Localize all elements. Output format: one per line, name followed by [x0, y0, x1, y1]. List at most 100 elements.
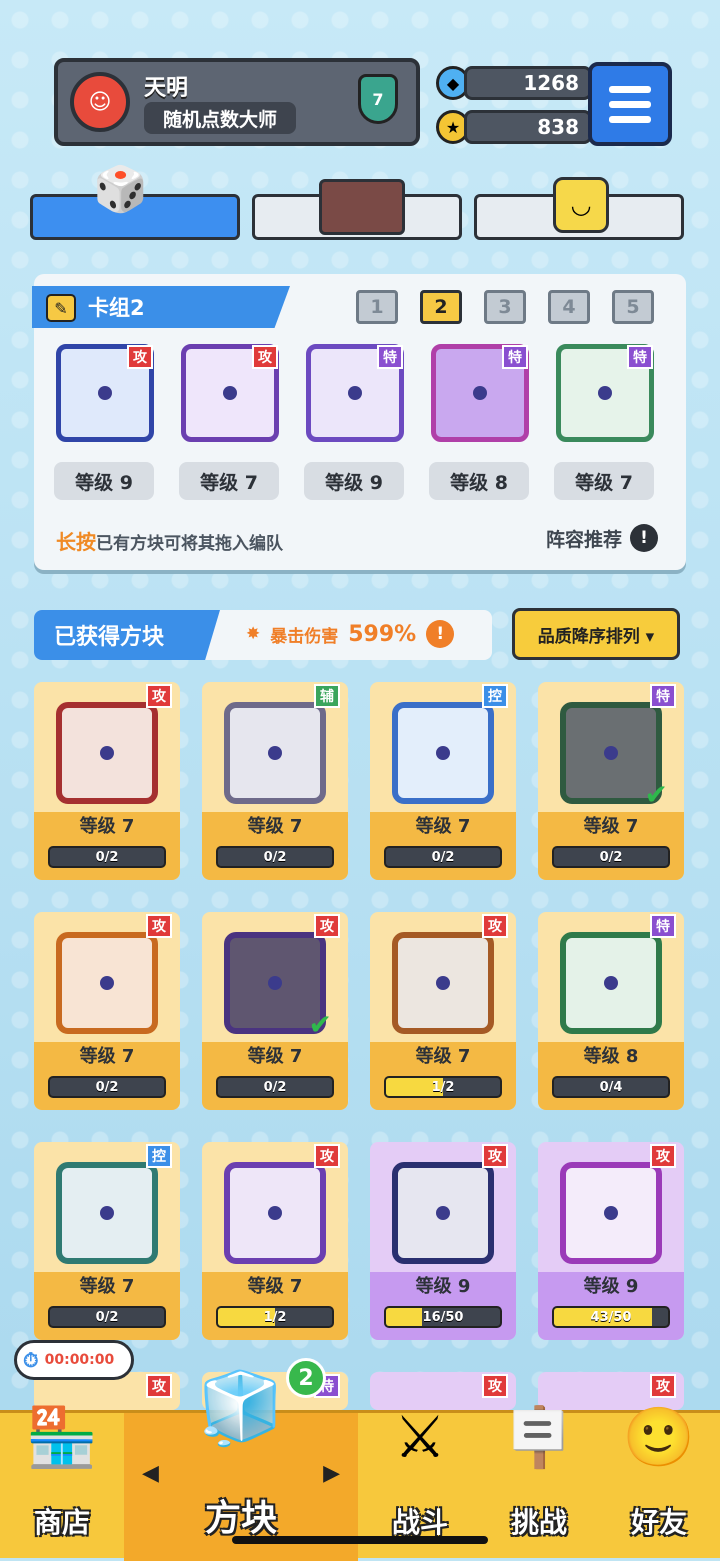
nav-blocks-label: 方块 [204, 1498, 277, 1539]
deck-card[interactable]: 攻 [181, 344, 279, 442]
block-card[interactable]: 攻等级 7 0/2 [34, 682, 180, 880]
menu-button[interactable] [588, 62, 672, 146]
pip-icon [473, 386, 487, 400]
block-art [56, 932, 158, 1034]
nav-left-arrow-icon[interactable]: ◀ [142, 1461, 159, 1486]
block-art [560, 932, 662, 1034]
block-level: 等级 7 [79, 1046, 135, 1067]
nav-friends[interactable]: 🙂 好友 [598, 1403, 720, 1561]
block-art [392, 1162, 494, 1264]
pip-icon [598, 386, 612, 400]
coin-counter[interactable]: ★ 838 [436, 110, 592, 144]
deck-card-level: 等级 7 [179, 462, 279, 500]
deck-slot-5[interactable]: 5 [612, 290, 654, 324]
owned-header: 已获得方块 ✸ 暴击伤害 599% ! [34, 610, 492, 660]
crit-value: 599% [348, 621, 417, 647]
block-card[interactable]: 特 ✔ 等级 7 0/2 [538, 682, 684, 880]
deck-card[interactable]: 特 [431, 344, 529, 442]
deck-card[interactable]: 特 [556, 344, 654, 442]
pip-icon [604, 746, 618, 760]
pip-icon [604, 976, 618, 990]
timer-value: 00:00:00 [44, 1352, 115, 1368]
deck-panel: ✎ 卡组2 12345 攻等级 9 攻等级 7 特等级 9 特等级 8 特等级 7 长按… [32, 274, 686, 570]
upgrade-progress: 0/2 [48, 846, 166, 868]
nav-shop[interactable]: 🏪 商店 [0, 1403, 124, 1561]
block-card[interactable]: 特等级 8 0/4 [538, 912, 684, 1110]
pip-icon [268, 976, 282, 990]
type-tag: 攻 [650, 1374, 676, 1398]
type-tag: 控 [482, 684, 508, 708]
gem-counter[interactable]: ◆ 1268 [436, 66, 592, 100]
deck-card-level: 等级 7 [554, 462, 654, 500]
pip-icon [436, 1206, 450, 1220]
tab-dice[interactable]: 🎲 [30, 164, 240, 240]
progress-text: 0/2 [95, 849, 119, 865]
block-level: 等级 7 [247, 1046, 303, 1067]
block-card[interactable]: 控等级 7 0/2 [370, 682, 516, 880]
progress-text: 1/2 [431, 1079, 455, 1095]
type-tag: 特 [627, 345, 653, 369]
deck-slot-2[interactable]: 2 [420, 290, 462, 324]
smiley-icon: ◡ [553, 177, 609, 233]
block-level: 等级 7 [415, 1046, 471, 1067]
type-tag: 特 [650, 914, 676, 938]
board-icon [319, 179, 405, 235]
info-icon: ! [630, 524, 658, 552]
block-card[interactable]: 攻等级 7 1/2 [370, 912, 516, 1110]
event-timer[interactable]: ⏱ 00:00:00 [14, 1340, 134, 1380]
sort-dropdown[interactable]: 品质降序排列 ▾ [512, 608, 680, 660]
progress-text: 43/50 [590, 1309, 632, 1325]
pencil-icon[interactable]: ✎ [46, 294, 76, 322]
block-art [224, 702, 326, 804]
type-tag: 攻 [482, 1374, 508, 1398]
block-card[interactable]: 攻等级 7 1/2 [202, 1142, 348, 1340]
drag-hint: 长按已有方块可将其拖入编队 [56, 526, 283, 555]
nav-right-arrow-icon[interactable]: ▶ [323, 1461, 340, 1486]
block-card[interactable]: 攻 ✔ 等级 7 0/2 [202, 912, 348, 1110]
deck-slot-1[interactable]: 1 [356, 290, 398, 324]
deck-card[interactable]: 特 [306, 344, 404, 442]
block-art [392, 702, 494, 804]
type-tag: 特 [377, 345, 403, 369]
pip-icon [348, 386, 362, 400]
deck-card[interactable]: 攻 [56, 344, 154, 442]
hint-text: 已有方块可将其拖入编队 [96, 534, 283, 554]
type-tag: 攻 [314, 914, 340, 938]
block-level: 等级 7 [79, 1276, 135, 1297]
block-card[interactable]: 攻等级 9 16/50 [370, 1142, 516, 1340]
progress-text: 0/2 [263, 849, 287, 865]
block-art [56, 1162, 158, 1264]
avatar: ☺ [70, 72, 130, 132]
block-card[interactable]: 辅等级 7 0/2 [202, 682, 348, 880]
nav-shop-label: 商店 [33, 1506, 90, 1539]
signpost-icon: 🪧 [502, 1403, 576, 1471]
block-level: 等级 9 [415, 1276, 471, 1297]
block-card[interactable]: 攻等级 9 43/50 [538, 1142, 684, 1340]
pip-icon [100, 1206, 114, 1220]
progress-text: 0/2 [431, 849, 455, 865]
type-tag: 攻 [482, 1144, 508, 1168]
rank-badge-icon[interactable]: 7 [358, 74, 398, 124]
nav-challenge[interactable]: 🪧 挑战 [480, 1403, 598, 1561]
coin-value: 838 [464, 110, 592, 144]
upgrade-progress: 43/50 [552, 1306, 670, 1328]
block-card[interactable]: 控等级 7 0/2 [34, 1142, 180, 1340]
tab-board[interactable] [252, 179, 462, 240]
deck-title[interactable]: ✎ 卡组2 [32, 286, 290, 328]
block-card[interactable]: 攻等级 7 0/2 [34, 912, 180, 1110]
crit-damage[interactable]: ✸ 暴击伤害 599% ! [246, 620, 455, 648]
type-tag: 辅 [314, 684, 340, 708]
deck-slot-4[interactable]: 4 [548, 290, 590, 324]
type-tag: 特 [502, 345, 528, 369]
pip-icon [436, 746, 450, 760]
profile-card[interactable]: ☺ 天明 随机点数大师 7 [54, 58, 420, 146]
lineup-recommend-button[interactable]: 阵容推荐! [546, 524, 658, 552]
blocks-notification-badge: 2 [286, 1358, 326, 1398]
tab-emote[interactable]: ◡ [474, 177, 684, 240]
block-level: 等级 7 [247, 816, 303, 837]
upgrade-progress: 0/2 [216, 846, 334, 868]
type-tag: 攻 [127, 345, 153, 369]
deck-slot-3[interactable]: 3 [484, 290, 526, 324]
player-name: 天明 [144, 76, 189, 101]
player-title: 随机点数大师 [144, 102, 296, 134]
